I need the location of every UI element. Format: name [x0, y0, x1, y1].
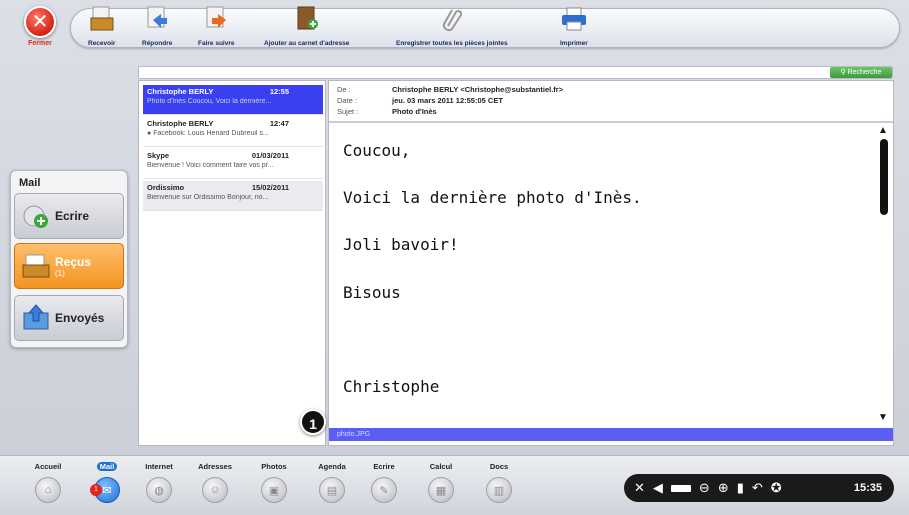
forward-icon	[203, 6, 229, 32]
calculator-icon: ▦	[428, 477, 454, 503]
email-subject: Photo d'Inès	[392, 107, 437, 116]
list-item[interactable]: Christophe BERLY 12:55 Photo d'Inès Couco…	[143, 85, 323, 115]
mail-panel-title: Mail	[19, 177, 41, 189]
list-item[interactable]: Skype 01/03/2011 Bienvenue ! Voici commen…	[143, 149, 323, 179]
email-date: jeu. 03 mars 2011 12:55:05 CET	[392, 96, 503, 105]
dock-home[interactable]: Accueil ⌂	[23, 462, 73, 503]
volume-level[interactable]	[670, 484, 691, 492]
typewriter-icon: ✎	[371, 477, 397, 503]
document-icon: ▥	[486, 477, 512, 503]
dock-internet[interactable]: Internet ◍	[134, 462, 184, 503]
volume-up-icon[interactable]: ⊕	[718, 480, 729, 496]
close-icon: ✕	[24, 6, 56, 38]
dock-docs[interactable]: Docs ▥	[474, 462, 524, 503]
reply-icon	[144, 6, 170, 32]
undo-icon[interactable]: ↶	[752, 480, 763, 496]
receive-icon	[89, 6, 115, 32]
contacts-icon: ☺	[202, 477, 228, 503]
print-button[interactable]: Imprimer	[560, 6, 588, 54]
list-item[interactable]: Ordissimo 15/02/2011 Bienvenue sur Ordiss…	[143, 181, 323, 211]
system-tray: ✕ ◀ ⊖ ⊕ ▮ ↶ ✪ 15:35	[624, 474, 894, 502]
mail-folder-panel: Mail Ecrire Reçus (1) Envoyés	[10, 170, 128, 348]
trash-icon[interactable]: ▮	[737, 480, 744, 496]
help-icon[interactable]: ✪	[771, 480, 782, 496]
dock-photos[interactable]: Photos ▣	[249, 462, 299, 503]
list-item[interactable]: Christophe BERLY 12:47 ● Facebook: Louis …	[143, 117, 323, 147]
speaker-icon[interactable]: ◀	[653, 480, 663, 496]
attachment-item[interactable]: photo.JPG	[329, 428, 893, 441]
folder-write[interactable]: Ecrire	[14, 193, 124, 239]
reading-pane: De : Christophe BERLY <Christophe@substan…	[328, 80, 894, 446]
paperclip-icon	[439, 6, 465, 32]
camera-icon: ▣	[261, 477, 287, 503]
search-icon: ⚲	[840, 69, 846, 76]
volume-down-icon[interactable]: ⊖	[699, 480, 710, 496]
receive-button[interactable]: Recevoir	[88, 6, 115, 54]
calendar-icon: ▤	[319, 477, 345, 503]
dock-write[interactable]: Ecrire ✎	[359, 462, 409, 503]
bottom-dock: Accueil ⌂ Mail ✉ 1 Internet ◍ Adresses ☺…	[0, 455, 909, 515]
header-divider	[329, 121, 893, 123]
forward-button[interactable]: Faire suivre	[198, 6, 235, 54]
inbox-icon	[19, 249, 53, 283]
tools-icon[interactable]: ✕	[634, 480, 645, 496]
callout-marker: 1	[300, 409, 326, 435]
scroll-up-icon[interactable]: ▲	[878, 125, 888, 136]
dock-addresses[interactable]: Adresses ☺	[190, 462, 240, 503]
home-icon: ⌂	[35, 477, 61, 503]
unread-count: (1)	[55, 268, 65, 278]
close-button[interactable]: ✕ Fermer	[12, 6, 68, 58]
folder-sent[interactable]: Envoyés	[14, 295, 124, 341]
scroll-thumb[interactable]	[880, 139, 888, 215]
dock-mail[interactable]: Mail ✉ 1	[82, 462, 132, 503]
globe-icon: ◍	[146, 477, 172, 503]
message-list: Christophe BERLY 12:55 Photo d'Inès Couco…	[138, 80, 326, 446]
reply-button[interactable]: Répondre	[142, 6, 172, 54]
add-contact-icon	[294, 6, 320, 32]
sent-icon	[19, 301, 53, 335]
mail-badge: 1	[90, 484, 102, 496]
dock-agenda[interactable]: Agenda ▤	[307, 462, 357, 503]
printer-icon	[561, 6, 587, 32]
top-toolbar: ✕ Fermer Recevoir Répondre Faire suivre …	[8, 4, 901, 60]
close-label: Fermer	[28, 40, 52, 47]
clock: 15:35	[853, 482, 882, 494]
email-headers: De : Christophe BERLY <Christophe@substan…	[337, 85, 564, 116]
scroll-down-icon[interactable]: ▼	[878, 412, 888, 423]
folder-inbox[interactable]: Reçus (1)	[14, 243, 124, 289]
email-body: Coucou, Voici la dernière photo d'Inès. …	[343, 141, 642, 396]
add-contact-button[interactable]: Ajouter au carnet d'adresse	[264, 6, 349, 54]
search-button[interactable]: ⚲ Recherche	[830, 67, 892, 78]
search-input[interactable]: ⚲ Recherche	[138, 66, 893, 79]
compose-icon	[19, 199, 53, 233]
dock-calc[interactable]: Calcul ▦	[416, 462, 466, 503]
email-from: Christophe BERLY <Christophe@substantiel…	[392, 85, 564, 94]
body-scrollbar[interactable]: ▲ ▼	[877, 125, 891, 423]
save-attachments-button[interactable]: Enregistrer toutes les pièces jointes	[396, 6, 508, 54]
